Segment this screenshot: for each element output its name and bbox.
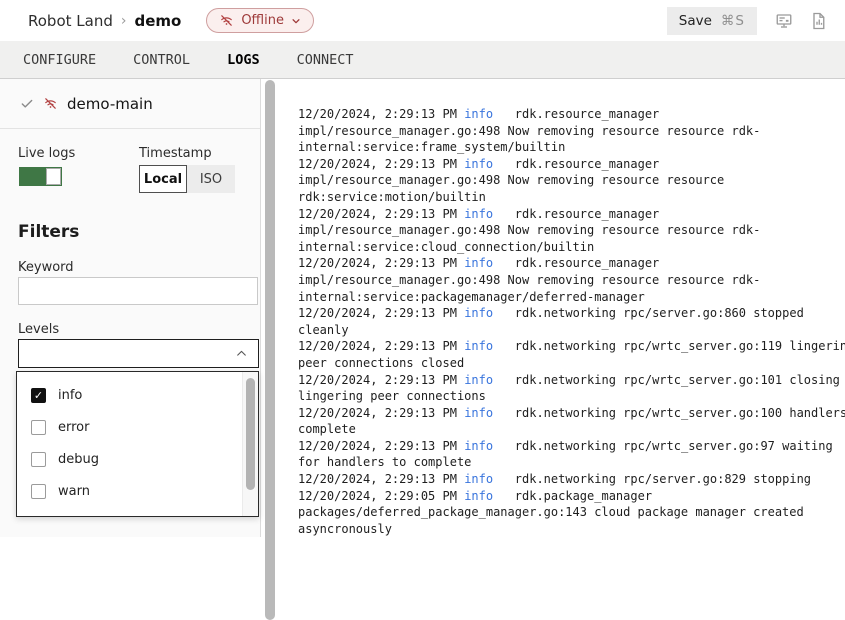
levels-dropdown-list: info error debug warn (17, 372, 258, 507)
part-name: demo-main (67, 95, 153, 113)
log-entry: 12/20/2024, 2:29:13 PM info rdk.networki… (298, 338, 845, 371)
timestamp-option-local[interactable]: Local (139, 165, 187, 193)
log-entry: 12/20/2024, 2:29:13 PM info rdk.resource… (298, 106, 845, 156)
level-option-label: debug (58, 452, 99, 467)
level-option-label: error (58, 420, 89, 435)
machine-part-selector[interactable]: demo-main (0, 79, 260, 129)
keyword-input[interactable] (18, 277, 258, 305)
save-shortcut: ⌘S (721, 13, 745, 29)
checkbox-info[interactable] (31, 388, 46, 403)
breadcrumb-project[interactable]: Robot Land (28, 12, 113, 30)
tab-connect[interactable]: CONNECT (297, 52, 354, 68)
logs-sidebar: demo-main Live logs Timestamp Local ISO … (0, 79, 261, 537)
log-scrollbar[interactable] (265, 80, 275, 620)
status-badge: Offline (241, 13, 284, 28)
dropdown-scrollbar-thumb[interactable] (246, 378, 255, 490)
levels-dropdown: info error debug warn (16, 371, 259, 517)
file-report-icon[interactable] (811, 12, 829, 30)
levels-label: Levels (18, 322, 59, 337)
level-option-info[interactable]: info (17, 379, 258, 411)
log-entry: 12/20/2024, 2:29:13 PM info rdk.networki… (298, 405, 845, 438)
log-entry: 12/20/2024, 2:29:13 PM info rdk.networki… (298, 372, 845, 405)
breadcrumb-machine[interactable]: demo (134, 12, 181, 30)
level-option-warn[interactable]: warn (17, 475, 258, 507)
save-label: Save (679, 13, 712, 29)
filters-title: Filters (18, 222, 79, 242)
level-option-label: info (58, 388, 82, 403)
levels-select[interactable] (18, 339, 259, 368)
live-logs-toggle[interactable] (19, 167, 62, 186)
log-entry: 12/20/2024, 2:29:13 PM info rdk.resource… (298, 156, 845, 206)
checkbox-error[interactable] (31, 420, 46, 435)
breadcrumb-separator: › (121, 13, 127, 29)
wifi-off-icon (43, 96, 58, 111)
log-entry: 12/20/2024, 2:29:13 PM info rdk.resource… (298, 255, 845, 305)
timestamp-option-iso[interactable]: ISO (187, 165, 235, 193)
tab-control[interactable]: CONTROL (133, 52, 190, 68)
log-entry: 12/20/2024, 2:29:13 PM info rdk.networki… (298, 471, 845, 488)
log-entry: 12/20/2024, 2:29:13 PM info rdk.networki… (298, 305, 845, 338)
chevron-down-icon (291, 16, 301, 26)
dropdown-scrollbar-track[interactable] (242, 372, 258, 516)
tab-bar: CONFIGURE CONTROL LOGS CONNECT (0, 41, 845, 79)
checkbox-warn[interactable] (31, 484, 46, 499)
save-button[interactable]: Save ⌘S (667, 7, 757, 35)
log-entry: 12/20/2024, 2:29:13 PM info rdk.resource… (298, 206, 845, 256)
machine-status-dropdown[interactable]: Offline (206, 8, 314, 33)
live-logs-label: Live logs (18, 146, 75, 161)
log-entries: 12/20/2024, 2:29:13 PM info rdk.resource… (298, 106, 845, 537)
tab-logs[interactable]: LOGS (227, 52, 260, 68)
monitor-icon[interactable] (775, 12, 793, 30)
keyword-label: Keyword (18, 260, 74, 275)
tab-configure[interactable]: CONFIGURE (23, 52, 96, 68)
timestamp-format-switch: Local ISO (139, 165, 235, 193)
log-entry: 12/20/2024, 2:29:13 PM info rdk.networki… (298, 438, 845, 471)
timestamp-label: Timestamp (139, 146, 212, 161)
log-panel: 12/20/2024, 2:29:13 PM info rdk.resource… (261, 79, 845, 537)
toggle-knob (46, 168, 61, 185)
level-option-debug[interactable]: debug (17, 443, 258, 475)
check-icon (20, 97, 34, 111)
level-option-error[interactable]: error (17, 411, 258, 443)
log-entry: 12/20/2024, 2:29:05 PM info rdk.package_… (298, 488, 845, 538)
top-header: Robot Land › demo Offline Save ⌘S (0, 0, 845, 41)
level-option-label: warn (58, 484, 90, 499)
checkbox-debug[interactable] (31, 452, 46, 467)
wifi-off-icon (219, 13, 234, 28)
chevron-up-icon (235, 347, 248, 360)
